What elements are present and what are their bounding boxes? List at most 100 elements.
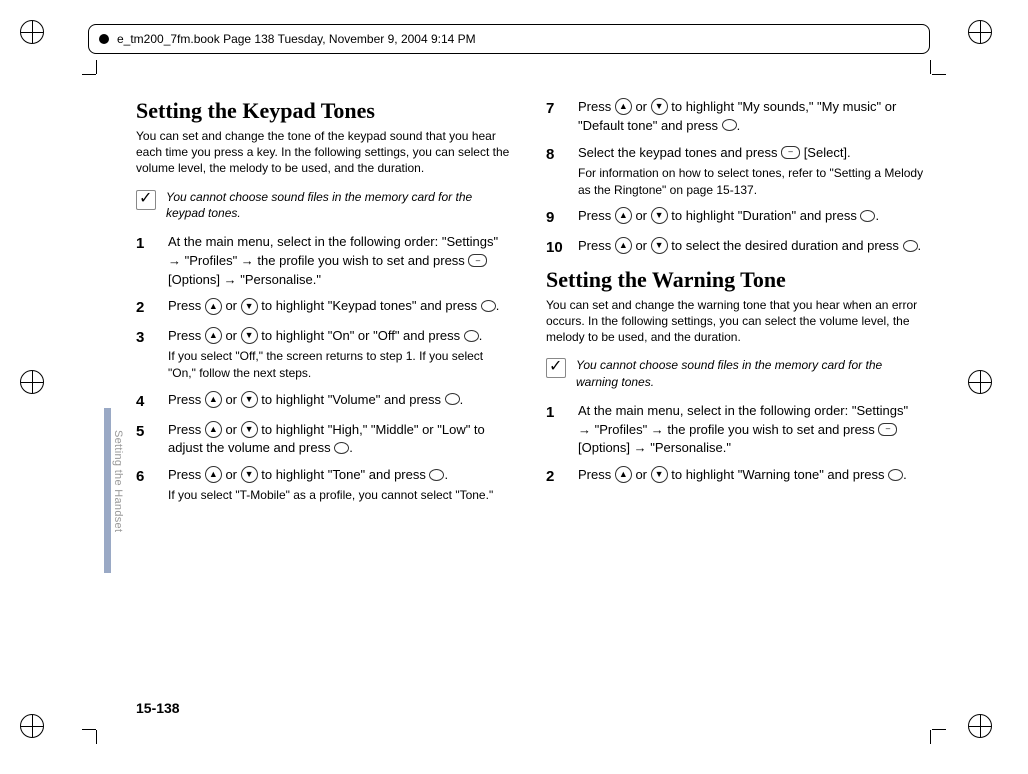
step-text: At the main menu, select in the followin… [168,234,498,268]
step-text: or [632,467,651,482]
step-text: or [222,392,241,407]
step-item: 6 Press ▲ or ▼ to highlight "Tone" and p… [136,466,514,504]
page-header-frame: e_tm200_7fm.book Page 138 Tuesday, Novem… [88,24,930,54]
crop-tick-icon [928,726,946,744]
nav-down-icon: ▼ [651,207,668,224]
right-column: 7 Press ▲ or ▼ to highlight "My sounds,"… [546,98,924,513]
crop-tick-icon [82,726,100,744]
ok-button-icon [429,469,444,481]
step-item: 1 At the main menu, select in the follow… [136,233,514,290]
step-text: Press [168,298,205,313]
step-text: Press [578,99,615,114]
ok-button-icon [888,469,903,481]
step-text: Press [168,392,205,407]
step-text: . [903,467,907,482]
ok-button-icon [445,393,460,405]
step-text: [Options] → "Personalise." [168,272,321,287]
step-text: . [737,118,741,133]
checkmark-icon [546,358,566,378]
ok-button-icon [481,300,496,312]
step-text: Press [168,422,205,437]
step-item: 1 At the main menu, select in the follow… [546,402,924,459]
step-body: Press ▲ or ▼ to highlight "High," "Middl… [168,421,514,459]
step-body: Press ▲ or ▼ to highlight "On" or "Off" … [168,327,514,383]
step-text: Press [578,238,615,253]
step-body: At the main menu, select in the followin… [168,233,514,290]
step-text: to highlight "Duration" and press [668,208,861,223]
nav-down-icon: ▼ [651,466,668,483]
page-number: 15-138 [136,700,180,716]
step-body: Press ▲ or ▼ to highlight "Warning tone"… [578,466,924,488]
section-heading-keypad-tones: Setting the Keypad Tones [136,98,514,124]
softkey-icon: – [878,423,897,436]
steps-list-right-bottom: 1 At the main menu, select in the follow… [546,402,924,488]
softkey-icon: – [468,254,487,267]
step-item: 5 Press ▲ or ▼ to highlight "High," "Mid… [136,421,514,459]
intro-text: You can set and change the warning tone … [546,297,924,346]
nav-down-icon: ▼ [241,327,258,344]
step-number: 9 [546,207,568,229]
step-text: or [632,208,651,223]
nav-down-icon: ▼ [241,391,258,408]
step-text: to highlight "Tone" and press [258,467,430,482]
page-header-text: e_tm200_7fm.book Page 138 Tuesday, Novem… [117,32,476,46]
step-item: 7 Press ▲ or ▼ to highlight "My sounds,"… [546,98,924,136]
step-text: Press [168,467,205,482]
section-heading-warning-tone: Setting the Warning Tone [546,267,924,293]
ok-button-icon [334,442,349,454]
step-text: Press [168,328,205,343]
step-body: Press ▲ or ▼ to highlight "Volume" and p… [168,391,514,413]
step-body: Press ▲ or ▼ to select the desired durat… [578,237,924,259]
step-item: 8 Select the keypad tones and press – [S… [546,144,924,200]
side-section-label: Setting the Handset [112,430,124,532]
step-text: or [632,238,651,253]
left-column: Setting the Keypad Tones You can set and… [136,98,514,513]
step-text: or [222,467,241,482]
steps-list-left: 1 At the main menu, select in the follow… [136,233,514,505]
nav-up-icon: ▲ [615,207,632,224]
nav-up-icon: ▲ [615,237,632,254]
step-number: 8 [546,144,568,200]
bullet-icon [99,34,109,44]
step-text: . [460,392,464,407]
nav-up-icon: ▲ [205,421,222,438]
step-number: 6 [136,466,158,504]
step-number: 4 [136,391,158,413]
ok-button-icon [860,210,875,222]
intro-text: You can set and change the tone of the k… [136,128,514,177]
step-text: [Select]. [800,145,851,160]
step-subtext: For information on how to select tones, … [578,165,924,200]
step-item: 9 Press ▲ or ▼ to highlight "Duration" a… [546,207,924,229]
step-text: . [918,238,922,253]
ok-button-icon [722,119,737,131]
step-body: Press ▲ or ▼ to highlight "Keypad tones"… [168,297,514,319]
step-number: 1 [136,233,158,290]
step-number: 2 [136,297,158,319]
crop-mark-icon [20,370,60,410]
softkey-icon: – [781,146,800,159]
ok-button-icon [903,240,918,252]
step-text: Press [578,467,615,482]
step-text: . [875,208,879,223]
step-item: 3 Press ▲ or ▼ to highlight "On" or "Off… [136,327,514,383]
nav-up-icon: ▲ [205,391,222,408]
step-number: 10 [546,237,568,259]
nav-up-icon: ▲ [205,466,222,483]
side-accent-bar [104,408,111,573]
steps-list-right-top: 7 Press ▲ or ▼ to highlight "My sounds,"… [546,98,924,259]
note-row: You cannot choose sound files in the mem… [136,189,514,221]
step-number: 1 [546,402,568,459]
step-body: Select the keypad tones and press – [Sel… [578,144,924,200]
crop-mark-icon [20,714,60,754]
nav-down-icon: ▼ [651,237,668,254]
crop-tick-icon [82,60,100,78]
nav-down-icon: ▼ [241,421,258,438]
step-text: At the main menu, select in the followin… [578,403,908,437]
step-text: to highlight "On" or "Off" and press [258,328,464,343]
step-text: to highlight "Volume" and press [258,392,445,407]
step-subtext: If you select "Off," the screen returns … [168,348,514,383]
step-text: . [444,467,448,482]
step-body: Press ▲ or ▼ to highlight "Duration" and… [578,207,924,229]
step-text: or [632,99,651,114]
step-text: . [349,440,353,455]
